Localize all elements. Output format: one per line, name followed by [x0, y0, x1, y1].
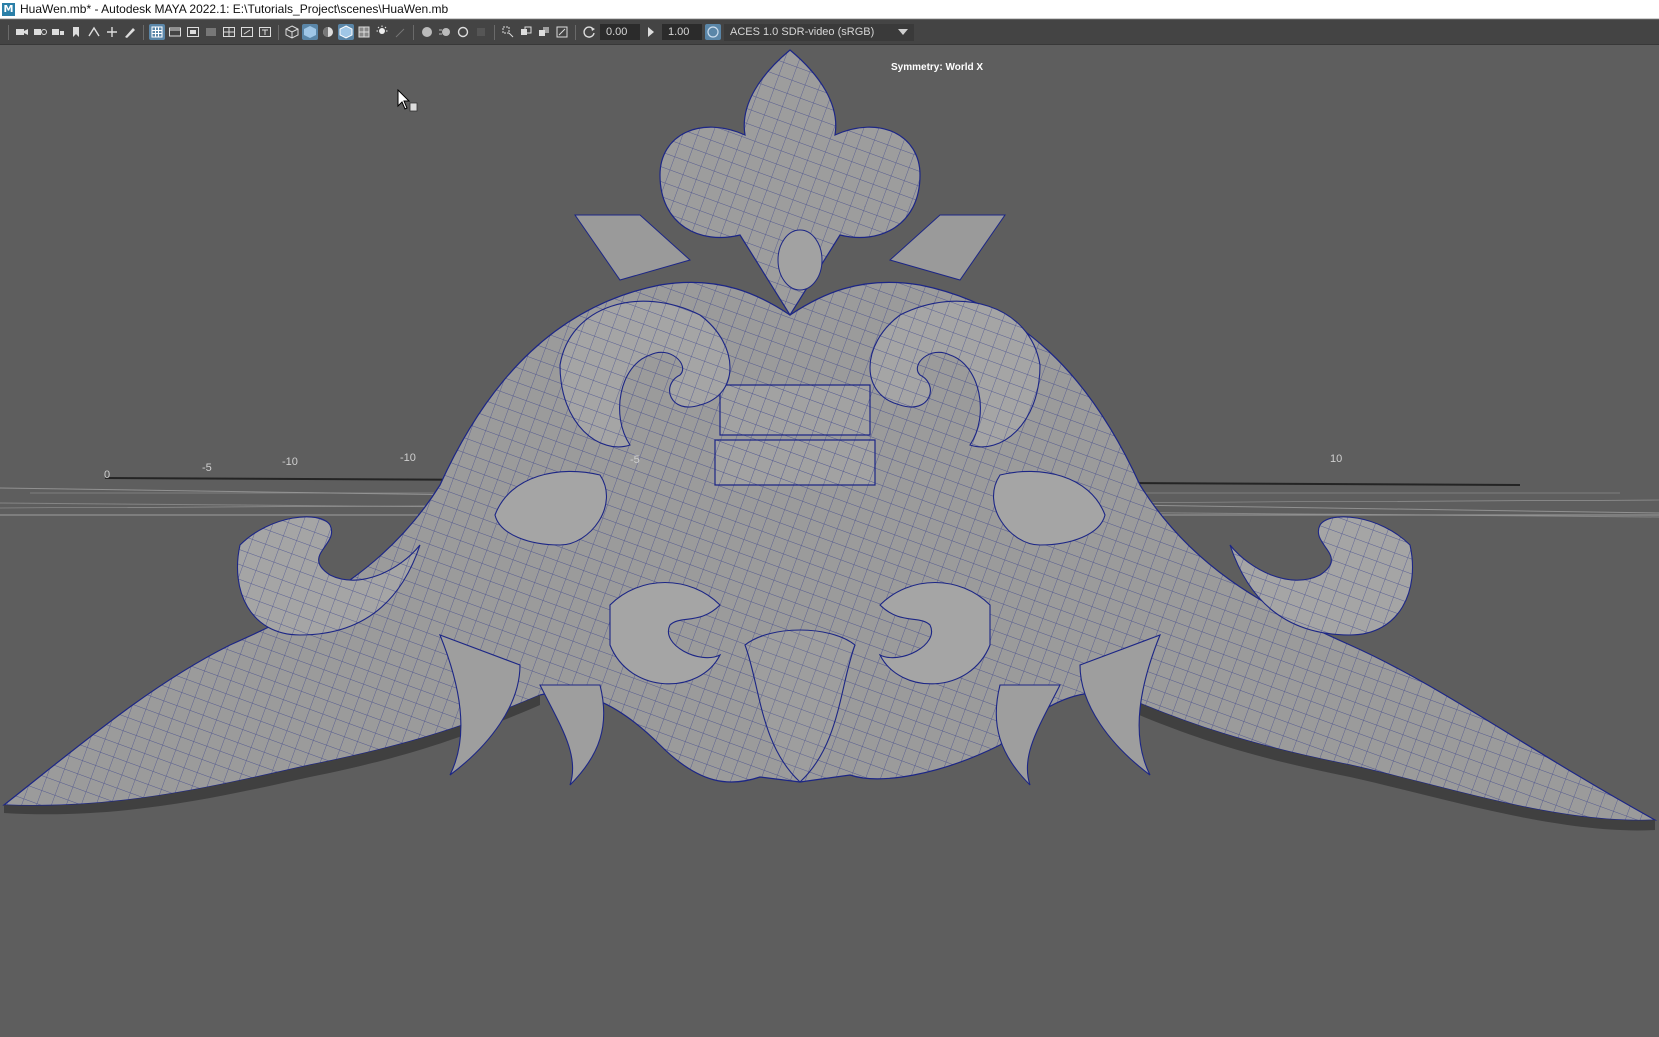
resolution-gate-icon[interactable] [185, 24, 201, 40]
wireframe-icon[interactable] [284, 24, 300, 40]
grid-label: -10 [282, 456, 298, 468]
anti-aliasing-icon[interactable] [455, 24, 471, 40]
screen-space-ao-icon[interactable] [419, 24, 435, 40]
default-material-icon[interactable] [320, 24, 336, 40]
grid-label: -10 [400, 452, 416, 464]
color-management-icon[interactable] [705, 24, 721, 40]
shadows-icon[interactable] [392, 24, 408, 40]
symmetry-indicator: Symmetry: World X [891, 62, 984, 73]
smooth-shade-icon[interactable] [302, 24, 318, 40]
toolbar-divider [8, 24, 9, 40]
exposure-field[interactable]: 0.00 [600, 24, 640, 40]
mouse-cursor-icon [397, 89, 418, 112]
gamma-icon[interactable] [643, 24, 659, 40]
grid-label: -5 [630, 454, 640, 466]
textured-icon[interactable] [356, 24, 372, 40]
field-chart-icon[interactable] [221, 24, 237, 40]
camera-attributes-icon[interactable] [32, 24, 48, 40]
safe-action-icon[interactable] [239, 24, 255, 40]
grid-label: -5 [202, 462, 212, 474]
gamma-field[interactable]: 1.00 [662, 24, 702, 40]
toolbar-divider [278, 24, 279, 40]
motion-blur-icon[interactable] [437, 24, 453, 40]
film-gate-icon[interactable] [167, 24, 183, 40]
depth-of-field-icon[interactable] [473, 24, 489, 40]
view-transform-dropdown[interactable]: ACES 1.0 SDR-video (sRGB) [724, 23, 914, 41]
grid-icon[interactable] [149, 24, 165, 40]
chevron-down-icon [898, 29, 908, 35]
exposure-icon[interactable] [581, 24, 597, 40]
camera-lock-icon[interactable] [50, 24, 66, 40]
grid-label: 0 [104, 469, 111, 481]
isolate-select-icon[interactable] [500, 24, 516, 40]
toolbar-divider [494, 24, 495, 40]
xray-icon[interactable] [518, 24, 534, 40]
image-plane-icon[interactable] [86, 24, 102, 40]
wireframe-on-shaded-icon[interactable] [338, 24, 354, 40]
grid-label: 10 [1330, 453, 1343, 465]
two-d-pan-zoom-icon[interactable] [104, 24, 120, 40]
scene-render [0, 49, 1659, 831]
xray-joints-icon[interactable] [536, 24, 552, 40]
toolbar-divider [413, 24, 414, 40]
lighting-icon[interactable] [374, 24, 390, 40]
gate-mask-icon[interactable] [203, 24, 219, 40]
title-bar: M HuaWen.mb* - Autodesk MAYA 2022.1: E:\… [0, 0, 1659, 19]
grease-pencil-icon[interactable] [122, 24, 138, 40]
select-camera-icon[interactable] [14, 24, 30, 40]
bookmark-icon[interactable] [68, 24, 84, 40]
viewport-3d[interactable]: Symmetry: World X 0 -5 -10 -10 -5 10 [0, 45, 1659, 1037]
safe-title-icon[interactable] [257, 24, 273, 40]
toolbar-divider [575, 24, 576, 40]
maya-logo-icon: M [2, 2, 15, 16]
xray-components-icon[interactable] [554, 24, 570, 40]
view-transform-value: ACES 1.0 SDR-video (sRGB) [730, 26, 875, 38]
panel-toolbar: 0.00 1.00 ACES 1.0 SDR-video (sRGB) [0, 20, 1659, 45]
huawen-mesh [2, 49, 1658, 831]
toolbar-divider [143, 24, 144, 40]
window-title: HuaWen.mb* - Autodesk MAYA 2022.1: E:\Tu… [20, 2, 449, 16]
